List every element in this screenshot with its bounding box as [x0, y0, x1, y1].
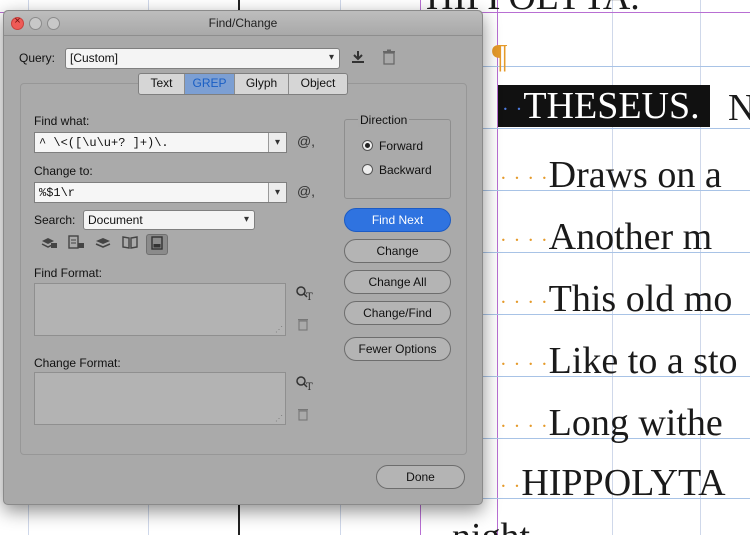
doc-line-bottom: night — [452, 518, 530, 535]
fewer-options-button[interactable]: Fewer Options — [344, 337, 451, 361]
footnotes-icon — [151, 236, 163, 250]
find-what-value: ^ \<([\u\u+? ]+)\. — [39, 136, 169, 150]
at-symbol-icon: @, — [296, 133, 316, 149]
resize-grip-icon: ⋰ — [275, 325, 283, 334]
special-characters-find-button[interactable]: @, — [295, 133, 317, 149]
change-format-box[interactable]: ⋰ — [34, 372, 286, 425]
dialog-title: Find/Change — [208, 16, 278, 30]
done-button[interactable]: Done — [376, 465, 465, 489]
search-scope-select[interactable]: Document ▾ — [83, 210, 255, 230]
change-button[interactable]: Change — [344, 239, 451, 263]
change-all-button[interactable]: Change All — [344, 270, 451, 294]
doc-line-tail: N — [728, 87, 750, 129]
dialog-titlebar[interactable]: × Find/Change — [4, 11, 482, 36]
space-dots: · · — [502, 98, 524, 121]
direction-label: Direction — [358, 113, 410, 127]
format-search-icon: T — [296, 286, 313, 303]
pilcrow-mark: ¶ — [492, 38, 508, 75]
specify-change-format-button[interactable]: T — [294, 375, 314, 394]
clear-find-format-button[interactable] — [294, 317, 312, 334]
change-format-label: Change Format: — [34, 356, 121, 370]
specify-find-format-button[interactable]: T — [294, 285, 314, 304]
doc-line-selected[interactable]: · ·THESEUS. — [498, 85, 710, 127]
forward-radio[interactable] — [362, 140, 373, 151]
include-footnotes-toggle[interactable] — [146, 234, 168, 255]
find-format-label: Find Format: — [34, 266, 103, 280]
guide-line — [700, 0, 701, 535]
forward-label[interactable]: Forward — [379, 139, 423, 153]
doc-line-text: THESEUS. — [523, 85, 700, 127]
change-to-input[interactable]: %$1\r ▾ — [34, 182, 287, 203]
locked-layers-icon — [41, 238, 57, 248]
tab-object[interactable]: Object — [289, 74, 347, 94]
delete-query-button[interactable] — [380, 49, 398, 68]
locked-stories-icon — [68, 235, 84, 249]
trash-icon — [298, 409, 308, 421]
mode-tabs: Text GREP Glyph Object — [138, 73, 348, 95]
query-value: [Custom] — [70, 51, 119, 65]
find-what-input[interactable]: ^ \<([\u\u+? ]+)\. ▾ — [34, 132, 287, 153]
query-select[interactable]: [Custom] ▾ — [65, 48, 340, 69]
search-scope-value: Document — [88, 213, 143, 227]
svg-text:T: T — [306, 382, 313, 391]
resize-grip-icon: ⋰ — [275, 414, 283, 423]
include-master-pages-toggle[interactable] — [119, 234, 141, 255]
tab-text[interactable]: Text — [139, 74, 185, 94]
margin-guide — [497, 0, 498, 535]
format-search-icon: T — [296, 376, 313, 393]
search-label: Search: — [34, 213, 76, 227]
doc-line[interactable]: · · · ·Draws on a — [500, 156, 722, 194]
query-label: Query: — [19, 51, 56, 65]
svg-text:T: T — [306, 292, 313, 301]
special-characters-change-button[interactable]: @, — [295, 183, 317, 199]
change-to-value: %$1\r — [39, 186, 76, 200]
search-options-row — [38, 234, 168, 256]
master-pages-icon — [122, 236, 138, 249]
find-next-button[interactable]: Find Next — [344, 208, 451, 232]
include-hidden-layers-toggle[interactable] — [92, 234, 114, 255]
doc-line[interactable]: · ·HIPPOLYTA — [500, 464, 726, 502]
trash-icon — [383, 49, 395, 65]
find-format-box[interactable]: ⋰ — [34, 283, 286, 336]
change-find-button[interactable]: Change/Find — [344, 301, 451, 325]
backward-label[interactable]: Backward — [379, 163, 432, 177]
clear-change-format-button[interactable] — [294, 407, 312, 424]
trash-icon — [298, 319, 308, 331]
tab-grep[interactable]: GREP — [185, 74, 235, 94]
chevron-down-icon: ▾ — [328, 52, 334, 63]
include-locked-layers-toggle[interactable] — [38, 234, 60, 255]
doc-line[interactable]: · · · ·Another m — [500, 218, 712, 256]
doc-line[interactable]: · · · ·Long withe — [500, 404, 723, 442]
find-what-label: Find what: — [34, 114, 90, 128]
at-symbol-icon: @, — [296, 183, 316, 199]
guide-line — [612, 0, 613, 535]
include-locked-stories-toggle[interactable] — [65, 234, 87, 255]
chevron-down-icon[interactable]: ▾ — [268, 133, 286, 152]
backward-radio[interactable] — [362, 164, 373, 175]
save-query-icon — [352, 51, 364, 63]
save-query-button[interactable] — [348, 49, 368, 68]
change-to-label: Change to: — [34, 164, 93, 178]
find-change-dialog: × Find/Change Query: [Custom] ▾ Text GRE… — [3, 10, 483, 505]
chevron-down-icon: ▾ — [243, 214, 249, 225]
chevron-down-icon[interactable]: ▾ — [268, 183, 286, 202]
doc-line[interactable]: · · · ·Like to a sto — [500, 342, 738, 380]
baseline-guide — [480, 128, 750, 129]
baseline-guide — [480, 66, 750, 67]
direction-group — [344, 119, 451, 199]
hidden-layers-icon — [95, 238, 111, 248]
doc-line[interactable]: · · · ·This old mo — [500, 280, 732, 318]
tab-glyph[interactable]: Glyph — [235, 74, 289, 94]
